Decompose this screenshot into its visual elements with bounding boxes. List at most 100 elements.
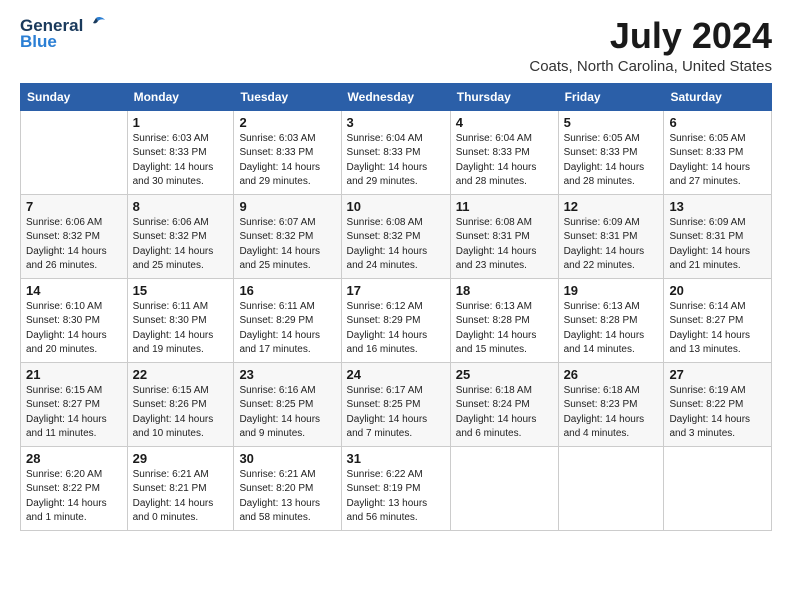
day-number: 20 [669,283,766,298]
calendar-cell [664,446,772,530]
calendar-cell: 19 Sunrise: 6:13 AM Sunset: 8:28 PM Dayli… [558,278,664,362]
calendar-cell: 8 Sunrise: 6:06 AM Sunset: 8:32 PM Daylig… [127,194,234,278]
day-number: 16 [239,283,335,298]
weekday-header-row: SundayMondayTuesdayWednesdayThursdayFrid… [21,83,772,110]
day-info: Sunrise: 6:14 AM Sunset: 8:27 PM Dayligh… [669,300,766,358]
day-number: 3 [347,115,445,130]
week-row-2: 7 Sunrise: 6:06 AM Sunset: 8:32 PM Daylig… [21,194,772,278]
day-info: Sunrise: 6:03 AM Sunset: 8:33 PM Dayligh… [239,132,335,190]
page-header: General Blue July 2024 Coats, North Caro… [20,16,772,75]
calendar-cell: 16 Sunrise: 6:11 AM Sunset: 8:29 PM Dayli… [234,278,341,362]
day-info: Sunrise: 6:11 AM Sunset: 8:30 PM Dayligh… [133,300,229,358]
week-row-5: 28Sunrise: 6:20 AM Sunset: 8:22 PM Dayli… [21,446,772,530]
month-year-title: July 2024 [529,16,772,56]
calendar-cell: 6Sunrise: 6:05 AM Sunset: 8:33 PM Daylig… [664,110,772,194]
day-number: 15 [133,283,229,298]
calendar-cell: 13Sunrise: 6:09 AM Sunset: 8:31 PM Dayli… [664,194,772,278]
day-number: 27 [669,367,766,382]
day-number: 1 [133,115,229,130]
weekday-header-wednesday: Wednesday [341,83,450,110]
calendar-cell: 18Sunrise: 6:13 AM Sunset: 8:28 PM Dayli… [450,278,558,362]
day-info: Sunrise: 6:03 AM Sunset: 8:33 PM Dayligh… [133,132,229,190]
calendar-cell: 28Sunrise: 6:20 AM Sunset: 8:22 PM Dayli… [21,446,128,530]
day-info: Sunrise: 6:08 AM Sunset: 8:32 PM Dayligh… [347,216,445,274]
day-info: Sunrise: 6:05 AM Sunset: 8:33 PM Dayligh… [564,132,659,190]
weekday-header-thursday: Thursday [450,83,558,110]
calendar-cell [450,446,558,530]
calendar-cell: 1 Sunrise: 6:03 AM Sunset: 8:33 PM Daylig… [127,110,234,194]
calendar-cell: 12 Sunrise: 6:09 AM Sunset: 8:31 PM Dayli… [558,194,664,278]
location-subtitle: Coats, North Carolina, United States [529,58,772,75]
calendar-cell: 7 Sunrise: 6:06 AM Sunset: 8:32 PM Daylig… [21,194,128,278]
day-info: Sunrise: 6:15 AM Sunset: 8:27 PM Dayligh… [26,384,122,442]
day-info: Sunrise: 6:08 AM Sunset: 8:31 PM Dayligh… [456,216,553,274]
calendar-cell: 5 Sunrise: 6:05 AM Sunset: 8:33 PM Daylig… [558,110,664,194]
title-block: July 2024 Coats, North Carolina, United … [529,16,772,75]
calendar-cell: 20 Sunrise: 6:14 AM Sunset: 8:27 PM Dayli… [664,278,772,362]
calendar-cell: 27Sunrise: 6:19 AM Sunset: 8:22 PM Dayli… [664,362,772,446]
day-info: Sunrise: 6:07 AM Sunset: 8:32 PM Dayligh… [239,216,335,274]
calendar-cell: 14 Sunrise: 6:10 AM Sunset: 8:30 PM Dayli… [21,278,128,362]
day-info: Sunrise: 6:18 AM Sunset: 8:24 PM Dayligh… [456,384,553,442]
weekday-header-monday: Monday [127,83,234,110]
calendar-cell [21,110,128,194]
day-number: 9 [239,199,335,214]
day-number: 23 [239,367,335,382]
day-info: Sunrise: 6:12 AM Sunset: 8:29 PM Dayligh… [347,300,445,358]
calendar-cell: 4 Sunrise: 6:04 AM Sunset: 8:33 PM Daylig… [450,110,558,194]
day-number: 24 [347,367,445,382]
day-info: Sunrise: 6:09 AM Sunset: 8:31 PM Dayligh… [564,216,659,274]
logo-bird-icon [85,14,107,36]
weekday-header-saturday: Saturday [664,83,772,110]
calendar-cell [558,446,664,530]
day-info: Sunrise: 6:04 AM Sunset: 8:33 PM Dayligh… [456,132,553,190]
weekday-header-sunday: Sunday [21,83,128,110]
calendar-cell: 24Sunrise: 6:17 AM Sunset: 8:25 PM Dayli… [341,362,450,446]
day-info: Sunrise: 6:13 AM Sunset: 8:28 PM Dayligh… [564,300,659,358]
calendar-cell: 25 Sunrise: 6:18 AM Sunset: 8:24 PM Dayli… [450,362,558,446]
day-info: Sunrise: 6:06 AM Sunset: 8:32 PM Dayligh… [133,216,229,274]
day-info: Sunrise: 6:09 AM Sunset: 8:31 PM Dayligh… [669,216,766,274]
calendar-table: SundayMondayTuesdayWednesdayThursdayFrid… [20,83,772,531]
weekday-header-friday: Friday [558,83,664,110]
day-info: Sunrise: 6:16 AM Sunset: 8:25 PM Dayligh… [239,384,335,442]
calendar-cell: 9 Sunrise: 6:07 AM Sunset: 8:32 PM Daylig… [234,194,341,278]
week-row-1: 1 Sunrise: 6:03 AM Sunset: 8:33 PM Daylig… [21,110,772,194]
day-info: Sunrise: 6:22 AM Sunset: 8:19 PM Dayligh… [347,468,445,526]
day-info: Sunrise: 6:06 AM Sunset: 8:32 PM Dayligh… [26,216,122,274]
day-number: 6 [669,115,766,130]
day-number: 21 [26,367,122,382]
day-number: 30 [239,451,335,466]
day-number: 5 [564,115,659,130]
day-info: Sunrise: 6:13 AM Sunset: 8:28 PM Dayligh… [456,300,553,358]
day-number: 25 [456,367,553,382]
calendar-cell: 22Sunrise: 6:15 AM Sunset: 8:26 PM Dayli… [127,362,234,446]
day-number: 17 [347,283,445,298]
calendar-cell: 2Sunrise: 6:03 AM Sunset: 8:33 PM Daylig… [234,110,341,194]
day-info: Sunrise: 6:10 AM Sunset: 8:30 PM Dayligh… [26,300,122,358]
day-info: Sunrise: 6:21 AM Sunset: 8:20 PM Dayligh… [239,468,335,526]
day-number: 4 [456,115,553,130]
calendar-cell: 30 Sunrise: 6:21 AM Sunset: 8:20 PM Dayli… [234,446,341,530]
day-number: 11 [456,199,553,214]
calendar-cell: 10Sunrise: 6:08 AM Sunset: 8:32 PM Dayli… [341,194,450,278]
day-info: Sunrise: 6:20 AM Sunset: 8:22 PM Dayligh… [26,468,122,526]
day-info: Sunrise: 6:11 AM Sunset: 8:29 PM Dayligh… [239,300,335,358]
day-info: Sunrise: 6:21 AM Sunset: 8:21 PM Dayligh… [133,468,229,526]
logo-blue: Blue [20,32,57,52]
calendar-cell: 23 Sunrise: 6:16 AM Sunset: 8:25 PM Dayli… [234,362,341,446]
day-number: 29 [133,451,229,466]
day-number: 22 [133,367,229,382]
day-number: 12 [564,199,659,214]
logo: General Blue [20,16,107,52]
day-info: Sunrise: 6:04 AM Sunset: 8:33 PM Dayligh… [347,132,445,190]
calendar-cell: 17 Sunrise: 6:12 AM Sunset: 8:29 PM Dayli… [341,278,450,362]
day-number: 14 [26,283,122,298]
day-number: 7 [26,199,122,214]
day-number: 8 [133,199,229,214]
day-number: 19 [564,283,659,298]
calendar-cell: 15 Sunrise: 6:11 AM Sunset: 8:30 PM Dayli… [127,278,234,362]
day-info: Sunrise: 6:18 AM Sunset: 8:23 PM Dayligh… [564,384,659,442]
weekday-header-tuesday: Tuesday [234,83,341,110]
calendar-cell: 26Sunrise: 6:18 AM Sunset: 8:23 PM Dayli… [558,362,664,446]
